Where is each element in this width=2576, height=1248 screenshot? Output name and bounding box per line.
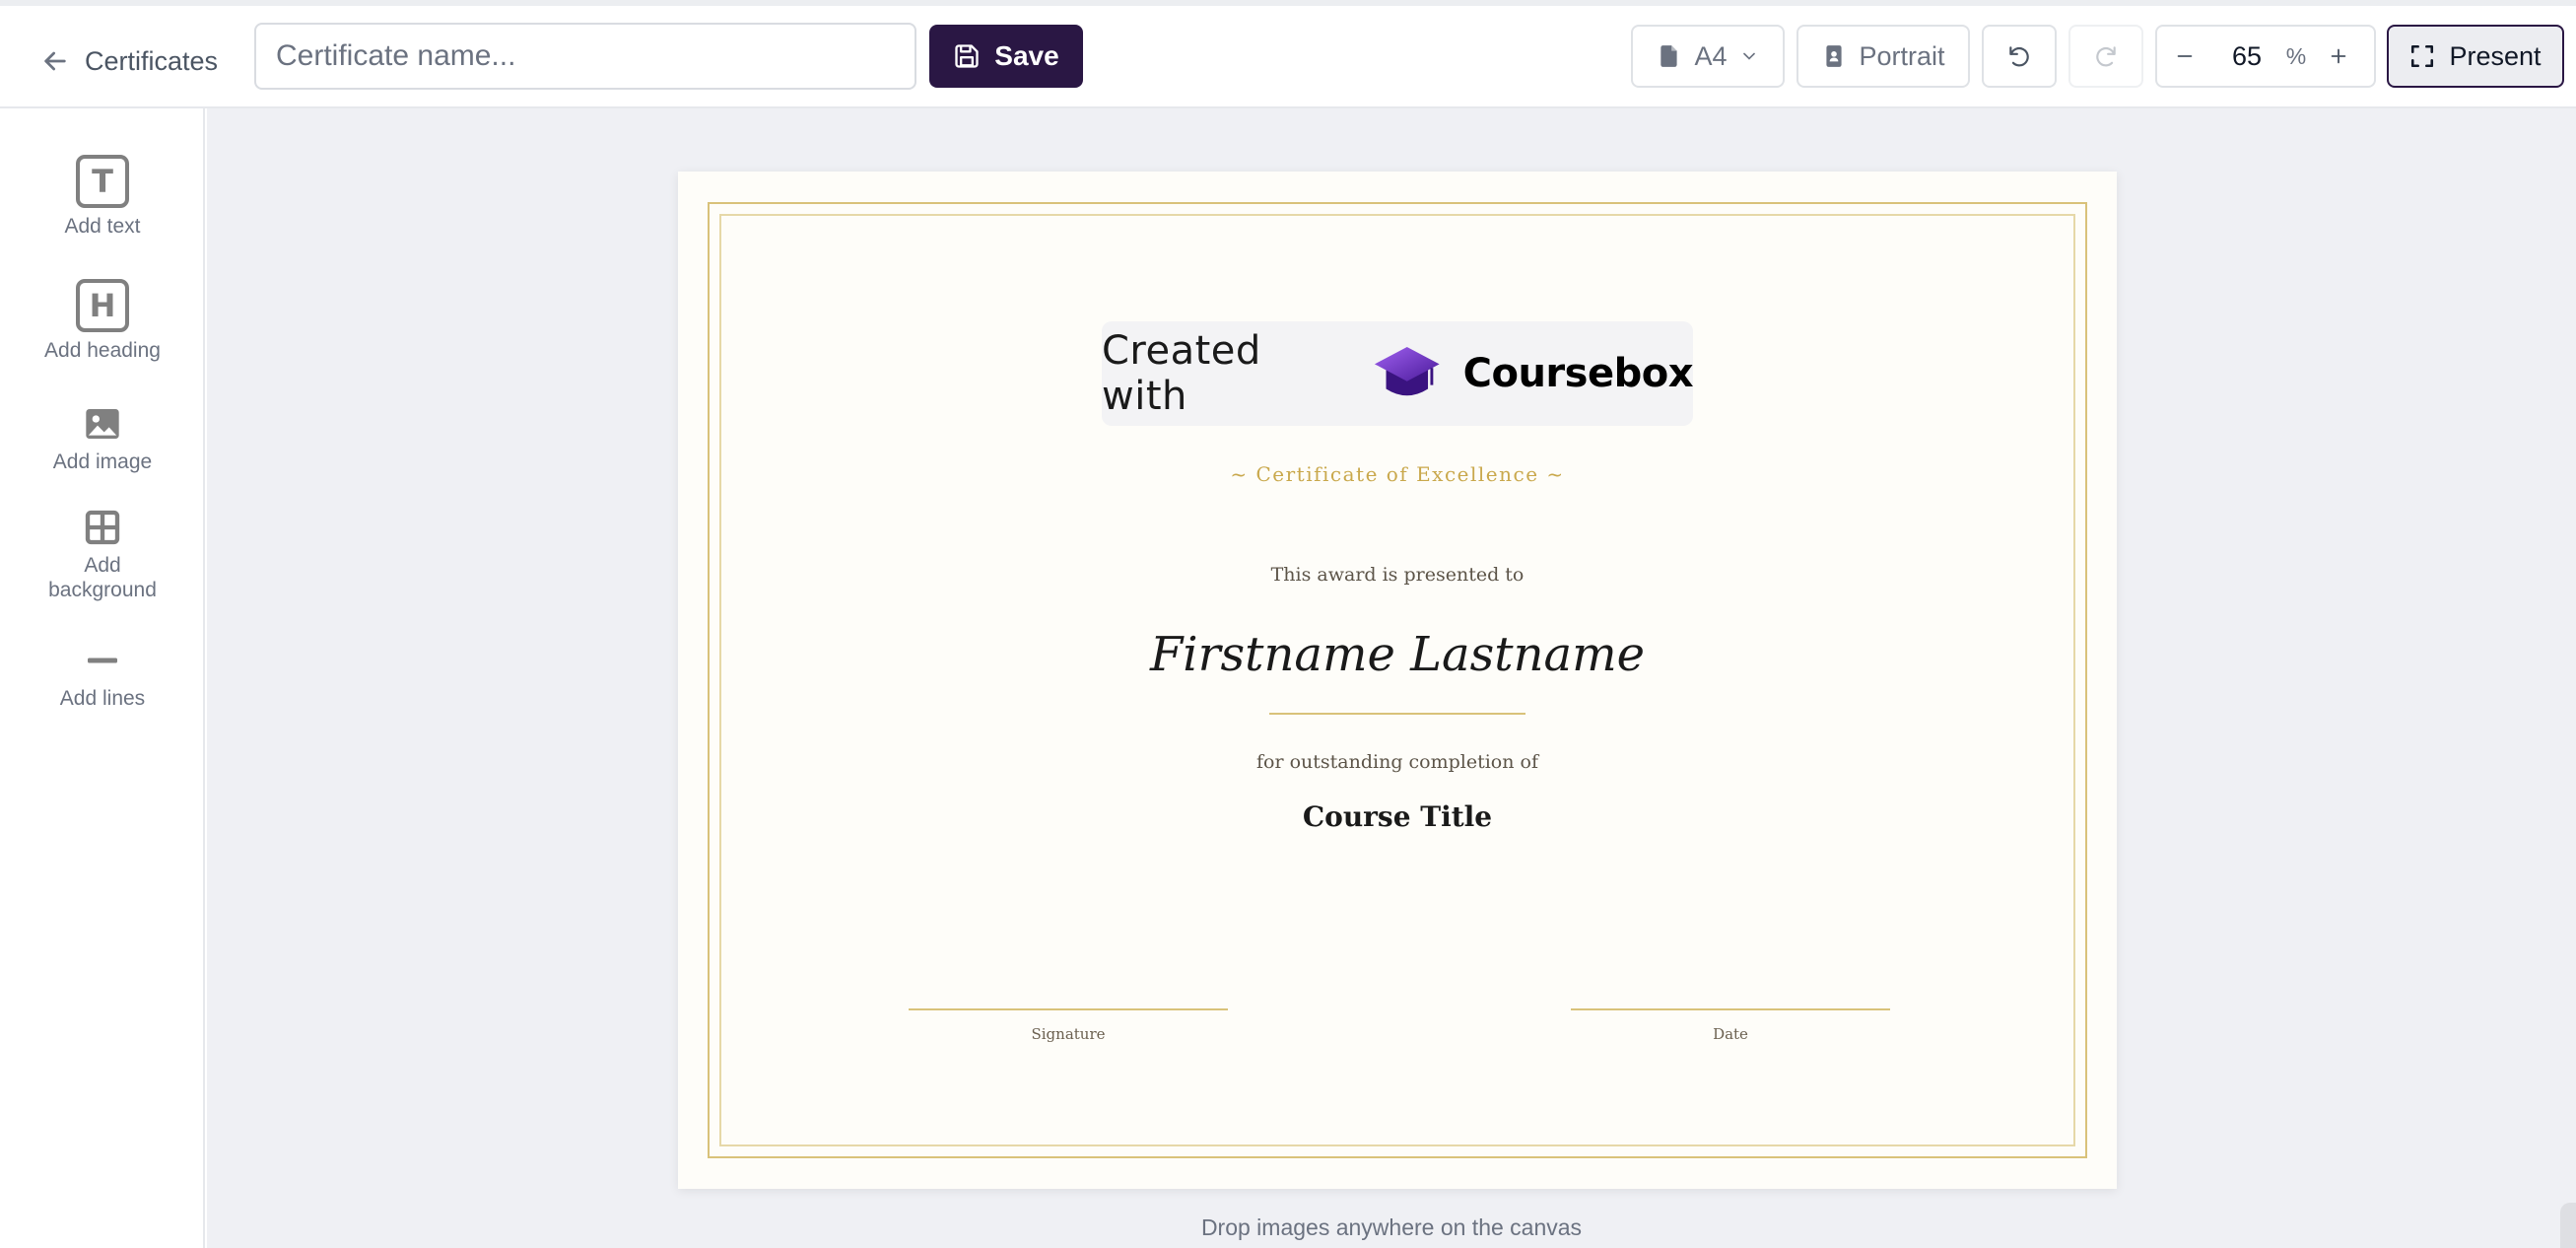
minus-icon — [2177, 55, 2193, 57]
tools-sidebar: T Add text H Add heading Add image Add b… — [0, 108, 205, 1248]
graduation-cap-logo-icon — [1374, 346, 1440, 396]
zoom-input[interactable] — [2212, 40, 2281, 72]
plus-icon — [2331, 48, 2346, 64]
page-size-dropdown[interactable]: A4 — [1631, 25, 1785, 88]
course-title[interactable]: Course Title — [678, 800, 2117, 833]
zoom-control: % — [2155, 25, 2376, 88]
save-button-label: Save — [994, 40, 1059, 71]
badge-created-with-text: Created with — [1102, 328, 1261, 419]
undo-button[interactable] — [1982, 25, 2057, 88]
heading-box-icon: H — [76, 279, 129, 332]
date-line[interactable] — [1571, 1008, 1890, 1010]
drop-images-hint: Drop images anywhere on the canvas — [1200, 1214, 1583, 1240]
recipient-name[interactable]: Firstname Lastname — [678, 627, 2117, 682]
zoom-out-button[interactable] — [2157, 27, 2212, 86]
completion-text[interactable]: for outstanding completion of — [678, 751, 2117, 773]
fullscreen-icon — [2411, 44, 2434, 68]
line-icon — [88, 658, 117, 663]
present-button-label: Present — [2449, 40, 2542, 71]
tool-label: Add image — [52, 451, 153, 473]
grid-icon — [85, 510, 120, 545]
present-button[interactable]: Present — [2387, 25, 2564, 88]
signature-line[interactable] — [909, 1008, 1228, 1010]
chevron-down-icon — [1742, 52, 1755, 60]
add-text-tool[interactable]: T Add text — [0, 155, 205, 239]
back-link-label: Certificates — [85, 45, 219, 76]
add-image-tool[interactable]: Add image — [0, 404, 205, 474]
arrow-left-icon — [44, 51, 66, 71]
redo-button[interactable] — [2068, 25, 2143, 88]
page-size-value: A4 — [1694, 40, 1728, 71]
certificate-name-input[interactable] — [254, 23, 916, 90]
tool-label: Add background — [48, 554, 157, 601]
save-button[interactable]: Save — [929, 25, 1083, 88]
date-label[interactable]: Date — [1571, 1025, 1890, 1043]
created-with-coursebox-badge[interactable]: Created with Coursebox — [1102, 321, 1694, 426]
add-heading-tool[interactable]: H Add heading — [0, 279, 205, 363]
editor-toolbar: Certificates Save A4 Portrait % Present — [0, 6, 2576, 108]
portrait-icon — [1826, 45, 1843, 67]
certificate-page[interactable]: Created with Coursebox ~ Certificate of … — [678, 172, 2117, 1189]
orientation-value: Portrait — [1859, 40, 1945, 71]
certificate-subtitle[interactable]: ~ Certificate of Excellence ~ — [678, 462, 2117, 486]
zoom-unit: % — [2285, 42, 2307, 69]
recipient-underline[interactable] — [1269, 713, 1525, 715]
orientation-toggle[interactable]: Portrait — [1796, 25, 1970, 88]
back-to-certificates-link[interactable]: Certificates — [39, 39, 218, 83]
tool-label: Add heading — [44, 339, 161, 362]
tool-label: Add text — [64, 215, 141, 238]
save-icon — [955, 44, 979, 68]
signature-label[interactable]: Signature — [909, 1025, 1228, 1043]
presented-to-text[interactable]: This award is presented to — [678, 564, 2117, 586]
redo-icon — [2096, 46, 2116, 67]
document-icon — [1661, 45, 1678, 67]
undo-icon — [2009, 46, 2029, 67]
zoom-in-button[interactable] — [2311, 27, 2366, 86]
text-box-icon: T — [76, 155, 129, 208]
editor-canvas[interactable]: Created with Coursebox ~ Certificate of … — [207, 108, 2576, 1248]
add-background-tool[interactable]: Add background — [0, 508, 205, 602]
add-lines-tool[interactable]: Add lines — [0, 641, 205, 711]
scrollbar-corner[interactable] — [2560, 1203, 2576, 1248]
image-icon — [86, 409, 119, 439]
tool-label: Add lines — [59, 687, 146, 710]
badge-brand-name: Coursebox — [1462, 351, 1694, 396]
